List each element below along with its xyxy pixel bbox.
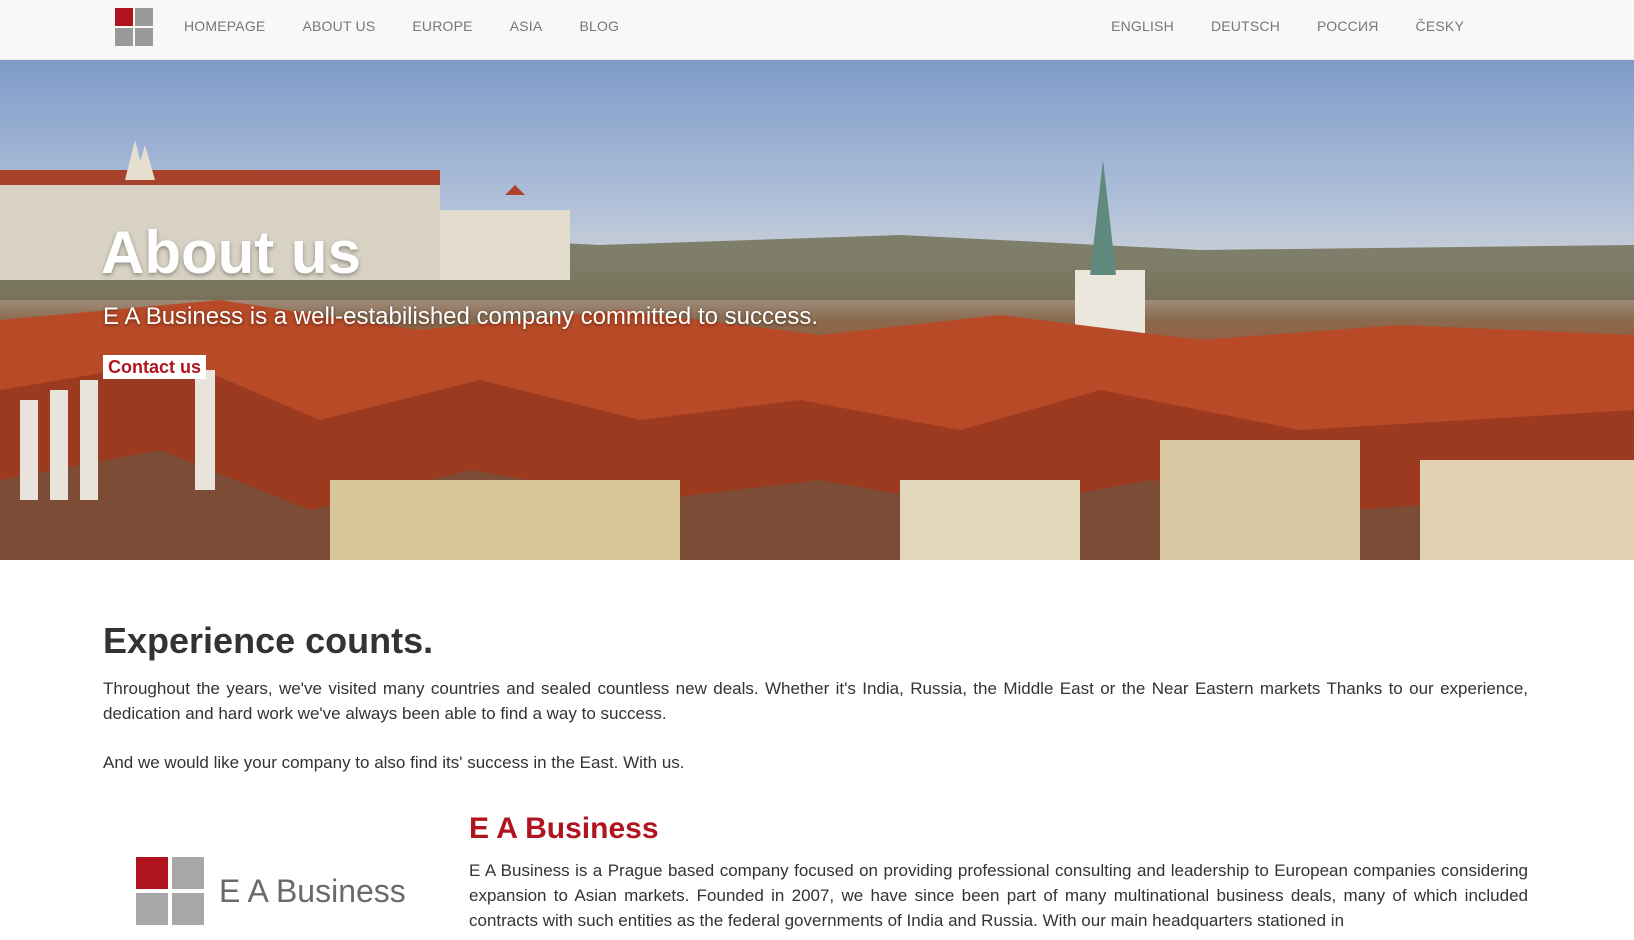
nav-homepage[interactable]: HOMEPAGE	[184, 18, 265, 34]
logo-icon	[136, 857, 204, 925]
logo-quadrant	[115, 28, 133, 46]
brand-logo[interactable]	[115, 8, 153, 46]
experience-paragraph: Throughout the years, we've visited many…	[103, 679, 1528, 723]
lang-czech[interactable]: ČESKY	[1416, 18, 1464, 34]
logo-text: E A Business	[219, 872, 406, 909]
logo-quadrant	[172, 857, 204, 889]
lang-english[interactable]: ENGLISH	[1111, 18, 1174, 34]
hero-title: About us	[101, 219, 361, 286]
logo-quadrant	[135, 28, 153, 46]
company-logo: E A Business	[136, 857, 406, 925]
nav-europe[interactable]: EUROPE	[412, 18, 472, 34]
hero-banner: About us E A Business is a well-estabili…	[0, 60, 1634, 560]
experience-heading: Experience counts.	[103, 620, 434, 661]
nav-blog[interactable]: BLOG	[579, 18, 619, 34]
lang-deutsch[interactable]: DEUTSCH	[1211, 18, 1280, 34]
logo-quadrant	[136, 893, 168, 925]
company-paragraph: E A Business is a Prague based company f…	[469, 861, 1528, 930]
company-heading: E A Business	[469, 812, 659, 845]
nav-main-menu: HOMEPAGE ABOUT US EUROPE ASIA BLOG	[184, 0, 656, 52]
experience-paragraph-2: And we would like your company to also f…	[103, 753, 685, 772]
logo-quadrant-red	[115, 8, 133, 26]
nav-asia[interactable]: ASIA	[510, 18, 543, 34]
logo-quadrant-red	[136, 857, 168, 889]
language-menu: ENGLISH DEUTSCH РОССИЯ ČESKY	[1074, 0, 1464, 52]
navbar: HOMEPAGE ABOUT US EUROPE ASIA BLOG ENGLI…	[0, 0, 1634, 60]
nav-about-us[interactable]: ABOUT US	[302, 18, 375, 34]
logo-quadrant	[172, 893, 204, 925]
lang-russian[interactable]: РОССИЯ	[1317, 18, 1379, 34]
hero-subtitle: E A Business is a well-estabilished comp…	[103, 303, 818, 330]
logo-quadrant	[135, 8, 153, 26]
contact-us-button[interactable]: Contact us	[103, 355, 207, 379]
